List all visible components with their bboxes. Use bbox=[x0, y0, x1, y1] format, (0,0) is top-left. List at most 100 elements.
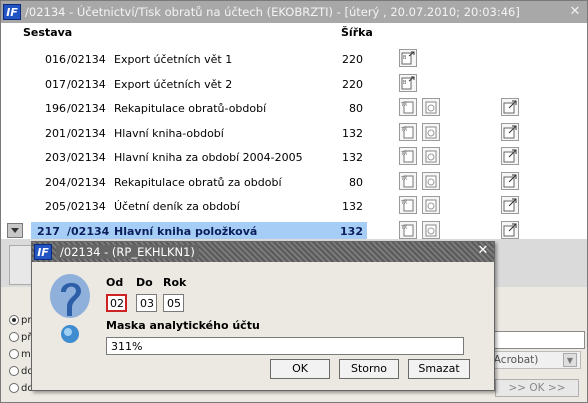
table-row[interactable]: 205/02134 Účetní deník za období 132 TX bbox=[1, 194, 587, 218]
column-header-sestava: Sestava bbox=[23, 26, 73, 39]
radio-circle[interactable] bbox=[9, 366, 19, 376]
print-preview-icon[interactable] bbox=[422, 220, 440, 239]
radio-circle[interactable] bbox=[9, 349, 19, 359]
svg-text:TX: TX bbox=[400, 102, 408, 108]
table-row[interactable]: 196/02134 Rekapitulace obratů-období 80 TX bbox=[1, 96, 587, 120]
row-number: 217 bbox=[37, 224, 60, 238]
export-icon[interactable]: B bbox=[399, 73, 417, 92]
app-logo-icon: IF bbox=[3, 4, 21, 20]
external-output-icon[interactable] bbox=[501, 220, 519, 239]
row-width: 132 bbox=[342, 151, 363, 164]
dialog-titlebar[interactable]: IF /02134 - (RP_EKHLKN1) ✕ bbox=[32, 242, 494, 262]
row-name: Hlavní kniha za období 2004-2005 bbox=[114, 151, 303, 164]
text-output-icon[interactable]: TX bbox=[399, 122, 417, 141]
export-icon[interactable]: B bbox=[399, 49, 417, 67]
row-number: 017 bbox=[45, 77, 66, 91]
row-code: /02134 bbox=[67, 200, 106, 213]
rok-field[interactable]: 05 bbox=[163, 294, 184, 312]
radio-circle[interactable] bbox=[9, 332, 19, 342]
od-field[interactable]: 02 bbox=[106, 294, 127, 312]
dialog-close-button[interactable]: ✕ bbox=[475, 244, 491, 259]
external-output-icon[interactable] bbox=[501, 171, 519, 190]
row-expand-icon[interactable] bbox=[7, 222, 23, 238]
row-number: 196 bbox=[45, 102, 66, 115]
row-name: Export účetních vět 1 bbox=[114, 53, 233, 66]
row-width: 220 bbox=[342, 77, 363, 91]
column-header-sirka: Šířka bbox=[341, 26, 373, 39]
row-number: 203 bbox=[45, 151, 66, 164]
svg-text:B: B bbox=[403, 80, 407, 86]
external-output-icon[interactable] bbox=[501, 196, 519, 214]
table-row[interactable]: 016/02134 Export účetních vět 1 220 B bbox=[1, 47, 587, 71]
parameters-dialog: IF /02134 - (RP_EKHLKN1) ✕ Od Do Rok 02 … bbox=[31, 241, 495, 391]
radio-label: m bbox=[21, 348, 31, 360]
row-code: /02134 bbox=[67, 175, 106, 189]
svg-text:TX: TX bbox=[400, 200, 408, 206]
row-code: /02134 bbox=[67, 126, 106, 140]
row-number: 204 bbox=[45, 175, 66, 189]
table-row[interactable]: 017/02134 Export účetních vět 2 220 B bbox=[1, 72, 587, 96]
label-maska: Maska analytického účtu bbox=[106, 319, 260, 332]
row-name: Účetní deník za období bbox=[114, 200, 240, 213]
do-field[interactable]: 03 bbox=[136, 294, 157, 312]
svg-text:B: B bbox=[403, 55, 407, 61]
text-output-icon[interactable]: TX bbox=[399, 220, 417, 239]
row-name: Hlavní kniha-období bbox=[114, 126, 224, 140]
row-name: Hlavní kniha položková bbox=[114, 224, 258, 238]
maska-field[interactable]: 311% bbox=[106, 337, 464, 355]
svg-text:TX: TX bbox=[400, 127, 408, 133]
text-output-icon[interactable]: TX bbox=[399, 147, 417, 165]
svg-text:TX: TX bbox=[400, 151, 408, 157]
row-code: /02134 bbox=[67, 151, 106, 164]
print-preview-icon[interactable] bbox=[422, 171, 440, 190]
window-close-button[interactable]: ✕ bbox=[567, 4, 583, 20]
row-name: Rekapitulace obratů-období bbox=[114, 102, 267, 115]
text-output-icon[interactable]: TX bbox=[399, 171, 417, 190]
smazat-button[interactable]: Smazat bbox=[408, 359, 470, 379]
storno-button[interactable]: Storno bbox=[339, 359, 399, 379]
window-titlebar[interactable]: IF /02134 - Účetnictví/Tisk obratů na úč… bbox=[1, 1, 587, 23]
row-code: /02134 bbox=[67, 224, 110, 238]
label-rok: Rok bbox=[163, 276, 187, 289]
table-row[interactable]: 204/02134 Rekapitulace obratů za období 80… bbox=[1, 170, 587, 194]
print-preview-icon[interactable] bbox=[422, 122, 440, 141]
radio-label: pr bbox=[21, 314, 32, 326]
svg-text:TX: TX bbox=[400, 225, 408, 231]
row-width: 132 bbox=[340, 224, 363, 238]
text-output-icon[interactable]: TX bbox=[399, 98, 417, 116]
row-width: 80 bbox=[349, 102, 363, 115]
external-output-icon[interactable] bbox=[501, 147, 519, 165]
svg-text:TX: TX bbox=[400, 176, 408, 182]
row-number: 201 bbox=[45, 126, 66, 140]
label-od: Od bbox=[106, 276, 124, 289]
output-path-input[interactable] bbox=[483, 331, 585, 349]
continue-ok-button[interactable]: >> OK >> bbox=[495, 379, 579, 397]
row-name: Rekapitulace obratů za období bbox=[114, 175, 282, 189]
print-preview-icon[interactable] bbox=[422, 147, 440, 165]
print-preview-icon[interactable] bbox=[422, 98, 440, 116]
row-width: 132 bbox=[342, 126, 363, 140]
text-output-icon[interactable]: TX bbox=[399, 196, 417, 214]
external-output-icon[interactable] bbox=[501, 122, 519, 141]
row-number: 016 bbox=[45, 53, 66, 66]
report-list: Sestava Šířka 016/02134 Export účetních v… bbox=[1, 23, 587, 239]
table-row[interactable]: 201/02134 Hlavní kniha-období 132 TX bbox=[1, 121, 587, 145]
row-code: /02134 bbox=[67, 77, 106, 91]
ok-button[interactable]: OK bbox=[270, 359, 330, 379]
external-output-icon[interactable] bbox=[501, 98, 519, 116]
main-window: IF /02134 - Účetnictví/Tisk obratů na úč… bbox=[0, 0, 588, 403]
table-row[interactable]: 203/02134 Hlavní kniha za období 2004-200… bbox=[1, 145, 587, 169]
radio-circle[interactable] bbox=[9, 383, 19, 393]
label-do: Do bbox=[136, 276, 153, 289]
window-title: /02134 - Účetnictví/Tisk obratů na účtec… bbox=[25, 5, 520, 19]
question-mark-icon bbox=[50, 274, 90, 343]
print-preview-icon[interactable] bbox=[422, 196, 440, 214]
row-width: 132 bbox=[342, 200, 363, 213]
row-code: /02134 bbox=[67, 53, 106, 66]
app-logo-icon: IF bbox=[34, 244, 52, 260]
chevron-down-icon[interactable]: ▼ bbox=[563, 353, 577, 367]
dialog-title: /02134 - (RP_EKHLKN1) bbox=[56, 245, 199, 259]
radio-circle[interactable] bbox=[9, 315, 19, 325]
row-width: 80 bbox=[349, 175, 363, 189]
row-code: /02134 bbox=[67, 102, 106, 115]
